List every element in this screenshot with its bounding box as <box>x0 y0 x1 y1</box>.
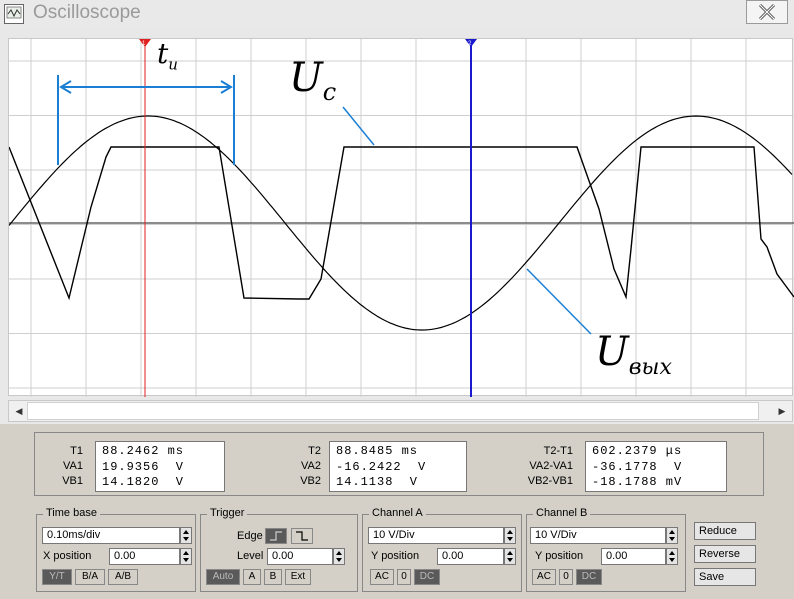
channel-b-ypos-label: Y position <box>535 550 584 562</box>
level-label: Level <box>237 550 264 562</box>
xposition-spinner[interactable] <box>180 548 192 565</box>
trigger-title: Trigger <box>207 507 248 519</box>
readout-label-t2-t1: T2-T1 <box>543 445 573 457</box>
readout-values-col2: 88.8485 ms -16.2422 V 14.1138 V <box>329 441 467 492</box>
channel-b-ypos-spinner[interactable] <box>666 548 678 565</box>
readout-label-va2: VA2 <box>301 460 321 472</box>
title-bar: Oscilloscope <box>0 0 794 28</box>
readout-values-col1: 88.2462 ms 19.9356 V 14.1820 V <box>95 441 225 492</box>
scroll-left-icon[interactable]: ◀ <box>11 403 27 419</box>
window-title: Oscilloscope <box>33 2 141 23</box>
close-button[interactable] <box>746 0 788 24</box>
channel-a-scale-field[interactable]: 10 V/Div <box>368 527 504 544</box>
readout-label-vb1: VB1 <box>62 475 83 487</box>
mode-yt-button[interactable]: Y/T <box>42 569 72 585</box>
horizontal-scrollbar[interactable]: ◀ ▶ <box>8 400 793 422</box>
channel-b-ypos-field[interactable]: 0.00 <box>601 548 666 565</box>
level-field[interactable]: 0.00 <box>267 548 333 565</box>
cursor-readouts: T1 VA1 VB1 88.2462 ms 19.9356 V 14.1820 V … <box>34 432 764 496</box>
channel-a-dc-button[interactable]: DC <box>414 569 440 585</box>
timebase-title: Time base <box>43 507 100 519</box>
pulse-width-label: tu <box>157 37 178 74</box>
trigger-group: Trigger Edge Level 0.00 Auto A B Ext <box>200 507 358 592</box>
readout-label-t1: T1 <box>70 445 83 457</box>
edge-rising-button[interactable] <box>265 528 287 544</box>
channel-a-ypos-spinner[interactable] <box>504 548 516 565</box>
xposition-field[interactable]: 0.00 <box>109 548 180 565</box>
channel-a-ypos-field[interactable]: 0.00 <box>437 548 504 565</box>
channel-b-dc-button[interactable]: DC <box>576 569 602 585</box>
readout-label-va1: VA1 <box>63 460 83 472</box>
channel-b-ac-button[interactable]: AC <box>532 569 556 585</box>
level-spinner[interactable] <box>333 548 345 565</box>
mode-ba-button[interactable]: B/A <box>75 569 105 585</box>
readout-values-col3: 602.2379 μs -36.1778 V -18.1788 mV <box>585 441 727 492</box>
scope-display: 1 2 <box>9 39 794 397</box>
channel-b-group: Channel B 10 V/Div Y position 0.00 AC 0 … <box>526 507 686 592</box>
cursor-t2-marker[interactable]: 2 <box>465 39 477 47</box>
timebase-group: Time base 0.10ms/div X position 0.00 Y/T… <box>36 507 196 592</box>
oscilloscope-screen[interactable]: 1 2 tu Uc Uвых <box>8 37 794 397</box>
close-icon <box>758 3 776 21</box>
channel-a-ac-button[interactable]: AC <box>370 569 394 585</box>
channel-b-zero-button[interactable]: 0 <box>559 569 573 585</box>
readout-label-va2-va1: VA2-VA1 <box>529 460 573 472</box>
pulse-width-annotation <box>57 75 235 165</box>
uvyx-label: Uвых <box>595 329 672 380</box>
channel-a-ypos-label: Y position <box>371 550 420 562</box>
readout-label-vb2: VB2 <box>300 475 321 487</box>
trigger-auto-button[interactable]: Auto <box>206 569 240 585</box>
reverse-button[interactable]: Reverse <box>694 545 756 563</box>
trigger-b-button[interactable]: B <box>264 569 282 585</box>
falling-edge-icon <box>296 531 308 541</box>
rising-edge-icon <box>270 531 282 541</box>
uc-label: Uc <box>289 55 337 106</box>
readout-label-t2: T2 <box>308 445 321 457</box>
channel-b-scale-spinner[interactable] <box>666 527 678 544</box>
channel-a-title: Channel A <box>369 507 426 519</box>
channel-b-scale-field[interactable]: 10 V/Div <box>530 527 666 544</box>
edge-falling-button[interactable] <box>291 528 313 544</box>
scroll-thumb[interactable] <box>27 402 759 420</box>
channel-b-title: Channel B <box>533 507 591 519</box>
trigger-a-button[interactable]: A <box>243 569 261 585</box>
mode-ab-button[interactable]: A/B <box>108 569 138 585</box>
channel-a-scale-spinner[interactable] <box>504 527 516 544</box>
grid <box>9 39 794 397</box>
edge-label: Edge <box>237 530 263 542</box>
readout-label-vb2-vb1: VB2-VB1 <box>527 475 573 487</box>
channel-a-group: Channel A 10 V/Div Y position 0.00 AC 0 … <box>362 507 522 592</box>
scroll-right-icon[interactable]: ▶ <box>774 403 790 419</box>
oscilloscope-app-icon <box>4 4 24 24</box>
reduce-button[interactable]: Reduce <box>694 522 756 540</box>
timebase-field[interactable]: 0.10ms/div <box>42 527 180 544</box>
timebase-spinner[interactable] <box>180 527 192 544</box>
uc-leader-line <box>342 106 375 146</box>
trigger-ext-button[interactable]: Ext <box>285 569 311 585</box>
save-button[interactable]: Save <box>694 568 756 586</box>
xposition-label: X position <box>43 550 92 562</box>
channel-a-zero-button[interactable]: 0 <box>397 569 411 585</box>
